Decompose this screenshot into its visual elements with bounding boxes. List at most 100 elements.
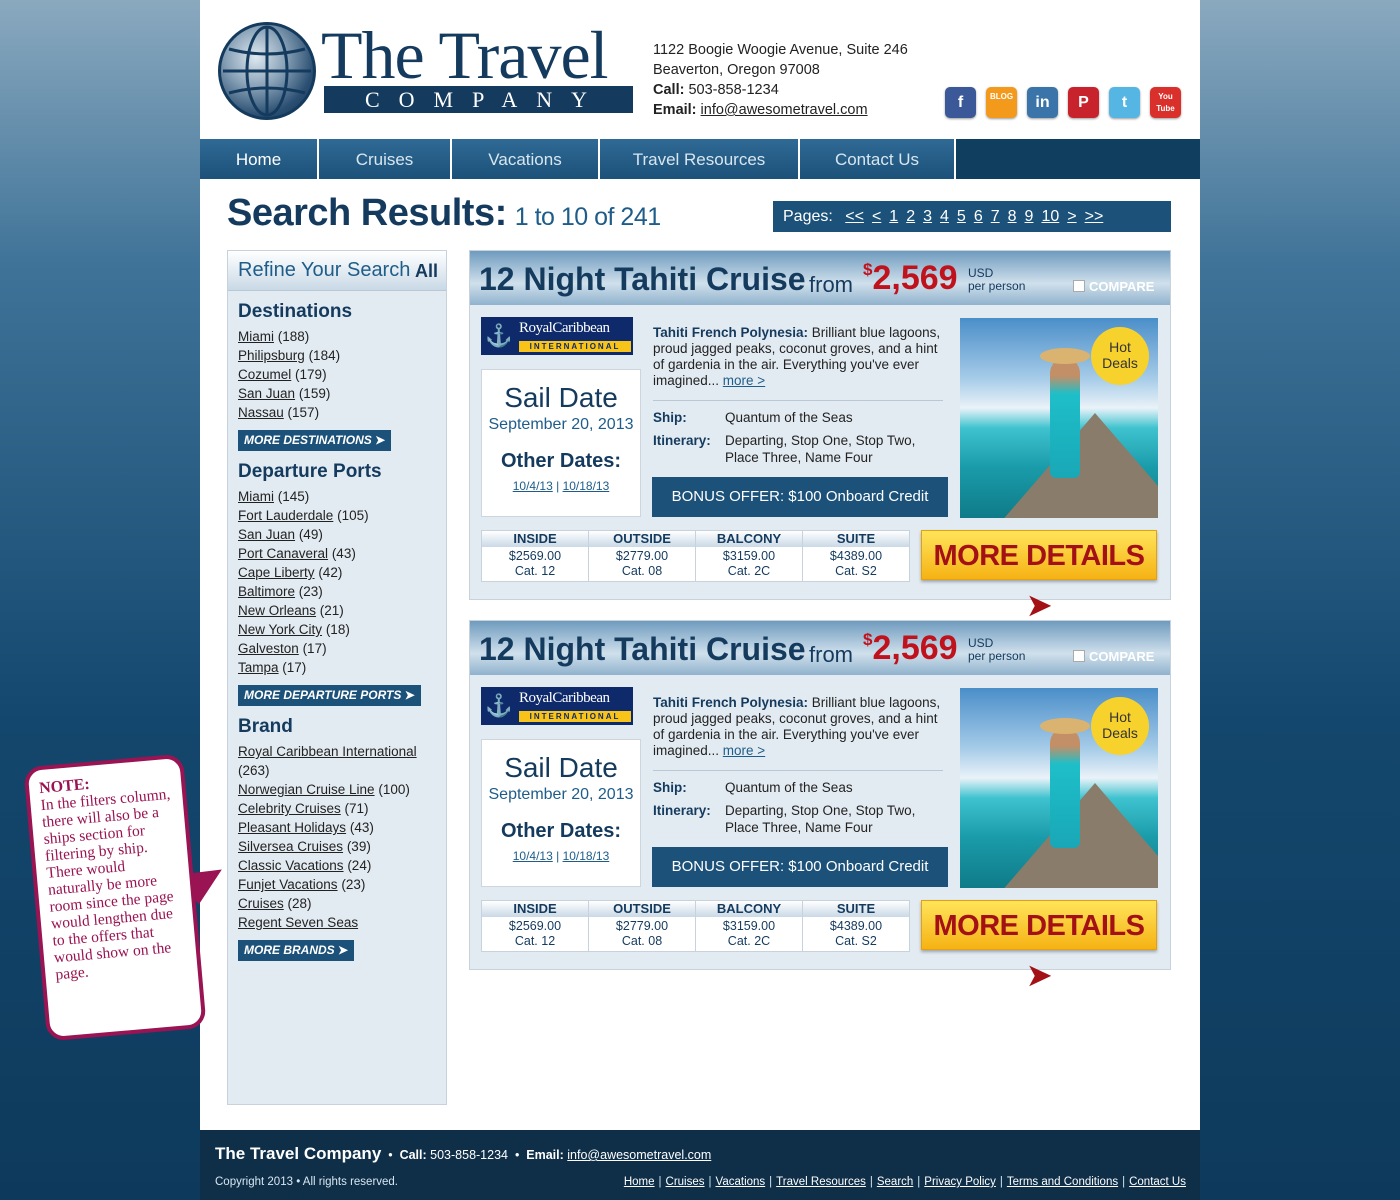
address-line-1: 1122 Boogie Woogie Avenue, Suite 246 xyxy=(653,42,908,58)
facebook-icon[interactable]: f xyxy=(945,87,976,118)
cruise-photo[interactable]: Hot Deals xyxy=(960,318,1158,518)
more-filter-button[interactable]: MORE BRANDS xyxy=(238,940,355,961)
page-link[interactable]: 1 xyxy=(889,208,898,225)
nav-home[interactable]: Home xyxy=(200,139,319,179)
page-link[interactable]: 3 xyxy=(923,208,932,225)
footer-email-link[interactable]: info@awesometravel.com xyxy=(567,1148,711,1162)
more-filter-button[interactable]: MORE DESTINATIONS xyxy=(238,430,392,451)
page-link[interactable]: > xyxy=(1067,208,1076,225)
nav-travel-resources[interactable]: Travel Resources xyxy=(600,139,800,179)
footer-link[interactable]: Home xyxy=(624,1176,655,1188)
bonus-offer-button[interactable]: BONUS OFFER: $100 Onboard Credit xyxy=(652,847,948,887)
filter-link[interactable]: Funjet Vacations xyxy=(238,877,338,892)
blog-icon[interactable]: BLOG xyxy=(986,87,1017,118)
filter-link[interactable]: Norwegian Cruise Line xyxy=(238,782,375,797)
twitter-icon[interactable]: t xyxy=(1109,87,1140,118)
globe-logo-icon[interactable] xyxy=(218,22,316,120)
filter-link[interactable]: Miami xyxy=(238,489,274,504)
page-link[interactable]: 10 xyxy=(1041,208,1059,225)
more-link[interactable]: more > xyxy=(723,743,765,758)
pinterest-icon[interactable]: P xyxy=(1068,87,1099,118)
filter-link[interactable]: Cozumel xyxy=(238,367,291,382)
filter-item: New York City (18) xyxy=(238,620,446,639)
cabin-rate[interactable]: INSIDE $2569.00 Cat. 12 xyxy=(482,901,589,951)
youtube-icon[interactable]: You Tube xyxy=(1150,87,1181,118)
more-link[interactable]: more > xyxy=(723,373,765,388)
more-filter-button[interactable]: MORE DEPARTURE PORTS xyxy=(238,685,421,706)
filter-link[interactable]: New Orleans xyxy=(238,603,316,618)
filter-link[interactable]: Galveston xyxy=(238,641,299,656)
page-link[interactable]: 6 xyxy=(974,208,983,225)
cabin-rate[interactable]: SUITE $4389.00 Cat. S2 xyxy=(803,901,909,951)
compare-checkbox[interactable]: COMPARE xyxy=(1073,279,1154,294)
other-date-link[interactable]: 10/18/13 xyxy=(563,849,610,863)
page-link[interactable]: 2 xyxy=(906,208,915,225)
cabin-rate[interactable]: OUTSIDE $2779.00 Cat. 08 xyxy=(589,531,696,581)
bonus-offer-button[interactable]: BONUS OFFER: $100 Onboard Credit xyxy=(652,477,948,517)
search-results-title: Search Results: xyxy=(227,192,507,234)
filter-link[interactable]: Miami xyxy=(238,329,274,344)
other-date-link[interactable]: 10/4/13 xyxy=(513,849,553,863)
page-link[interactable]: >> xyxy=(1085,208,1104,225)
email-link[interactable]: info@awesometravel.com xyxy=(701,102,868,118)
other-date-link[interactable]: 10/4/13 xyxy=(513,479,553,493)
page-link[interactable]: < xyxy=(872,208,881,225)
filter-link[interactable]: Celebrity Cruises xyxy=(238,801,341,816)
footer-link[interactable]: Contact Us xyxy=(1129,1176,1186,1188)
filter-link[interactable]: Royal Caribbean International xyxy=(238,744,417,759)
page-link[interactable]: 5 xyxy=(957,208,966,225)
cabin-rate[interactable]: SUITE $4389.00 Cat. S2 xyxy=(803,531,909,581)
filter-link[interactable]: Cruises xyxy=(238,896,284,911)
page-link[interactable]: 7 xyxy=(991,208,1000,225)
filter-link[interactable]: Silversea Cruises xyxy=(238,839,343,854)
compare-checkbox[interactable]: COMPARE xyxy=(1073,649,1154,664)
filter-link[interactable]: Pleasant Holidays xyxy=(238,820,346,835)
footer-link[interactable]: Search xyxy=(877,1176,913,1188)
nav-vacations[interactable]: Vacations xyxy=(452,139,600,179)
cabin-rate[interactable]: INSIDE $2569.00 Cat. 12 xyxy=(482,531,589,581)
linkedin-icon[interactable]: in xyxy=(1027,87,1058,118)
cruise-title[interactable]: 12 Night Tahiti Cruise xyxy=(479,631,806,668)
cabin-category: Cat. 12 xyxy=(514,934,556,948)
footer-link[interactable]: Privacy Policy xyxy=(924,1176,996,1188)
cabin-rate[interactable]: BALCONY $3159.00 Cat. 2C xyxy=(696,531,803,581)
nav-cruises[interactable]: Cruises xyxy=(319,139,452,179)
cabin-rate[interactable]: BALCONY $3159.00 Cat. 2C xyxy=(696,901,803,951)
filter-link[interactable]: New York City xyxy=(238,622,322,637)
logo-title[interactable]: The Travel xyxy=(321,18,609,92)
footer-link[interactable]: Travel Resources xyxy=(776,1176,866,1188)
filter-link[interactable]: San Juan xyxy=(238,386,295,401)
more-details-button[interactable]: MORE DETAILS xyxy=(921,900,1157,950)
footer-link[interactable]: Terms and Conditions xyxy=(1007,1176,1118,1188)
checkbox-icon[interactable] xyxy=(1073,280,1085,292)
itinerary-label: Itinerary: xyxy=(653,803,711,818)
page-link[interactable]: << xyxy=(845,208,864,225)
crown-anchor-icon: ⚓ xyxy=(485,323,513,348)
footer-link[interactable]: Vacations xyxy=(716,1176,766,1188)
more-details-button[interactable]: MORE DETAILS xyxy=(921,530,1157,580)
filter-link[interactable]: Classic Vacations xyxy=(238,858,344,873)
nav-contact-us[interactable]: Contact Us xyxy=(800,139,956,179)
filter-link[interactable]: San Juan xyxy=(238,527,295,542)
page-link[interactable]: 9 xyxy=(1025,208,1034,225)
cabin-rate[interactable]: OUTSIDE $2779.00 Cat. 08 xyxy=(589,901,696,951)
cruise-title[interactable]: 12 Night Tahiti Cruise xyxy=(479,261,806,298)
cabin-type: OUTSIDE xyxy=(589,531,695,547)
filter-link[interactable]: Philipsburg xyxy=(238,348,305,363)
filter-link[interactable]: Port Canaveral xyxy=(238,546,328,561)
logo-subtitle[interactable]: COMPANY xyxy=(324,86,633,113)
filter-link[interactable]: Tampa xyxy=(238,660,279,675)
cabin-category: Cat. 2C xyxy=(727,934,771,948)
filter-link[interactable]: Nassau xyxy=(238,405,284,420)
cruise-photo[interactable]: Hot Deals xyxy=(960,688,1158,888)
filter-link[interactable]: Baltimore xyxy=(238,584,295,599)
page-link[interactable]: 8 xyxy=(1008,208,1017,225)
footer-link[interactable]: Cruises xyxy=(666,1176,705,1188)
filter-link[interactable]: Cape Liberty xyxy=(238,565,315,580)
other-date-link[interactable]: 10/18/13 xyxy=(563,479,610,493)
refine-all-link[interactable]: All xyxy=(415,261,438,282)
page-link[interactable]: 4 xyxy=(940,208,949,225)
checkbox-icon[interactable] xyxy=(1073,650,1085,662)
filter-link[interactable]: Regent Seven Seas xyxy=(238,915,358,930)
filter-link[interactable]: Fort Lauderdale xyxy=(238,508,333,523)
